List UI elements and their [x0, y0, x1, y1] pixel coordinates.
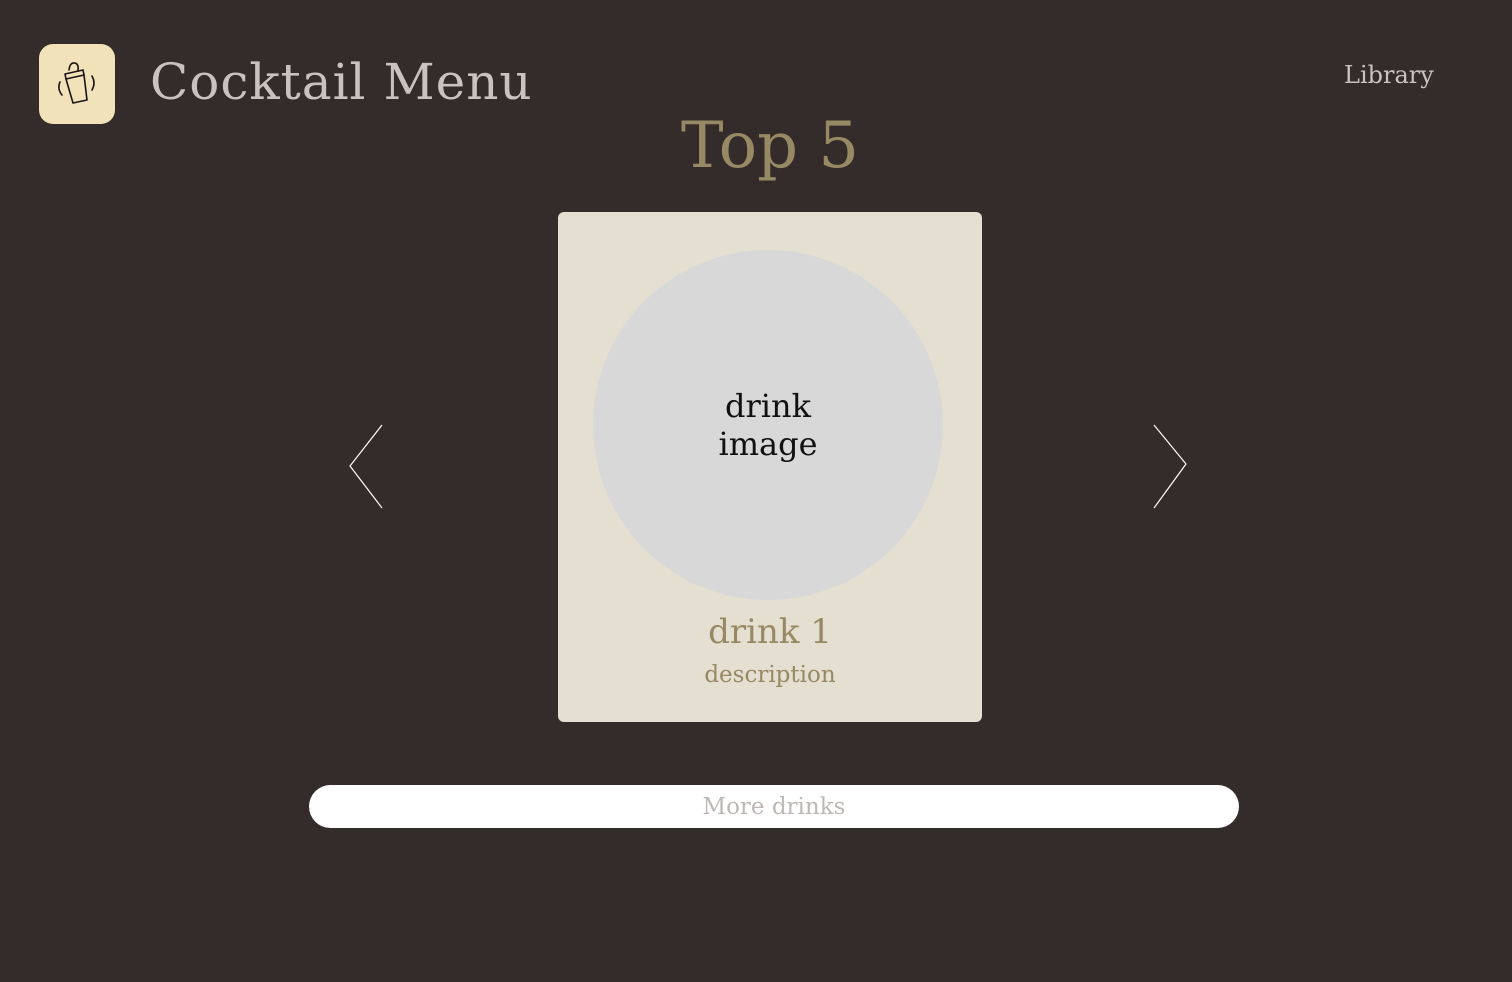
nav-library-link[interactable]: Library [1344, 60, 1434, 91]
next-drink-button[interactable] [1150, 422, 1190, 512]
drink-image-placeholder: drink image [593, 250, 943, 600]
chevron-left-icon [349, 424, 383, 509]
app-title: Cocktail Menu [150, 53, 533, 111]
previous-drink-button[interactable] [346, 422, 386, 512]
more-drinks-button[interactable]: More drinks [309, 785, 1239, 828]
drink-card[interactable]: drink image drink 1 description [558, 212, 982, 722]
drink-description: description [704, 662, 836, 688]
section-title: Top 5 [680, 109, 860, 183]
drink-name: drink 1 [708, 612, 832, 652]
cocktail-shaker-icon [58, 62, 95, 104]
chevron-right-icon [1153, 424, 1187, 509]
